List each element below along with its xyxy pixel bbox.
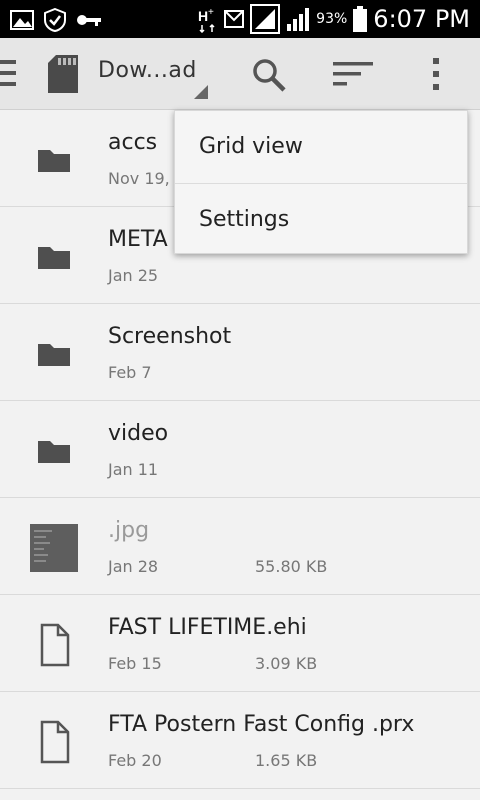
app-bar: Dow...ad xyxy=(0,38,480,110)
folder-icon xyxy=(30,427,78,475)
file-size: 3.09 KB xyxy=(255,654,318,673)
signal-icon xyxy=(250,4,281,34)
dropdown-triangle-icon[interactable] xyxy=(194,84,208,99)
svg-text:+: + xyxy=(208,7,214,18)
file-name: FAST LIFETIME.ehi xyxy=(108,615,307,640)
menu-item-settings[interactable]: Settings xyxy=(175,183,467,255)
folder-icon xyxy=(30,136,78,184)
file-name: .jpg xyxy=(108,518,150,543)
file-date: Jan 11 xyxy=(108,460,159,479)
file-date: Feb 20 xyxy=(108,751,162,770)
status-left-icons xyxy=(10,8,102,32)
file-name: FTA Postern Fast Config .prx xyxy=(108,712,415,737)
status-right-icons: H + 93% 6:07 PM xyxy=(198,4,470,34)
list-item-file[interactable]: FTA Postern Fast Config .prx Feb 20 1.65… xyxy=(0,692,480,789)
list-item-folder[interactable]: Screenshot Feb 7 xyxy=(0,304,480,401)
file-name: META xyxy=(108,227,168,252)
sd-card-icon xyxy=(48,55,78,93)
list-item-file[interactable]: FAST LIFETIME.ehi Feb 15 3.09 KB xyxy=(0,595,480,692)
search-icon[interactable] xyxy=(252,58,286,92)
file-name: accs xyxy=(108,130,158,155)
file-size: 1.65 KB xyxy=(255,751,318,770)
image-thumbnail xyxy=(30,524,78,572)
signal-icon xyxy=(286,6,310,32)
file-date: Feb 7 xyxy=(108,363,152,382)
status-time: 6:07 PM xyxy=(373,5,470,33)
file-icon xyxy=(30,718,78,766)
overflow-popup-menu: Grid view Settings xyxy=(174,110,468,254)
battery-icon xyxy=(353,6,368,32)
file-icon xyxy=(30,621,78,669)
file-date: Jan 28 xyxy=(108,557,159,576)
list-item-folder[interactable]: video Jan 11 xyxy=(0,401,480,498)
svg-text:H: H xyxy=(198,8,208,24)
file-size: 55.80 KB xyxy=(255,557,328,576)
key-icon xyxy=(76,13,102,27)
image-icon xyxy=(10,10,34,30)
list-item-file[interactable]: .jpg Jan 28 55.80 KB xyxy=(0,498,480,595)
file-date: Jan 25 xyxy=(108,266,159,285)
folder-icon xyxy=(30,233,78,281)
battery-percent: 93% xyxy=(316,11,348,27)
menu-item-grid-view[interactable]: Grid view xyxy=(175,111,467,183)
data-h-plus-icon: H + xyxy=(198,5,218,33)
file-date: Feb 15 xyxy=(108,654,162,673)
message-icon xyxy=(224,10,245,28)
shield-icon xyxy=(44,8,66,32)
file-date: Nov 19, xyxy=(108,169,170,188)
file-name: Screenshot xyxy=(108,324,232,349)
overflow-menu-icon[interactable] xyxy=(430,58,444,92)
file-name: video xyxy=(108,421,169,446)
status-bar: H + 93% 6:07 PM xyxy=(0,0,480,38)
folder-title[interactable]: Dow...ad xyxy=(98,58,197,83)
menu-icon[interactable] xyxy=(0,56,20,92)
sort-icon[interactable] xyxy=(333,62,373,88)
folder-icon xyxy=(30,330,78,378)
